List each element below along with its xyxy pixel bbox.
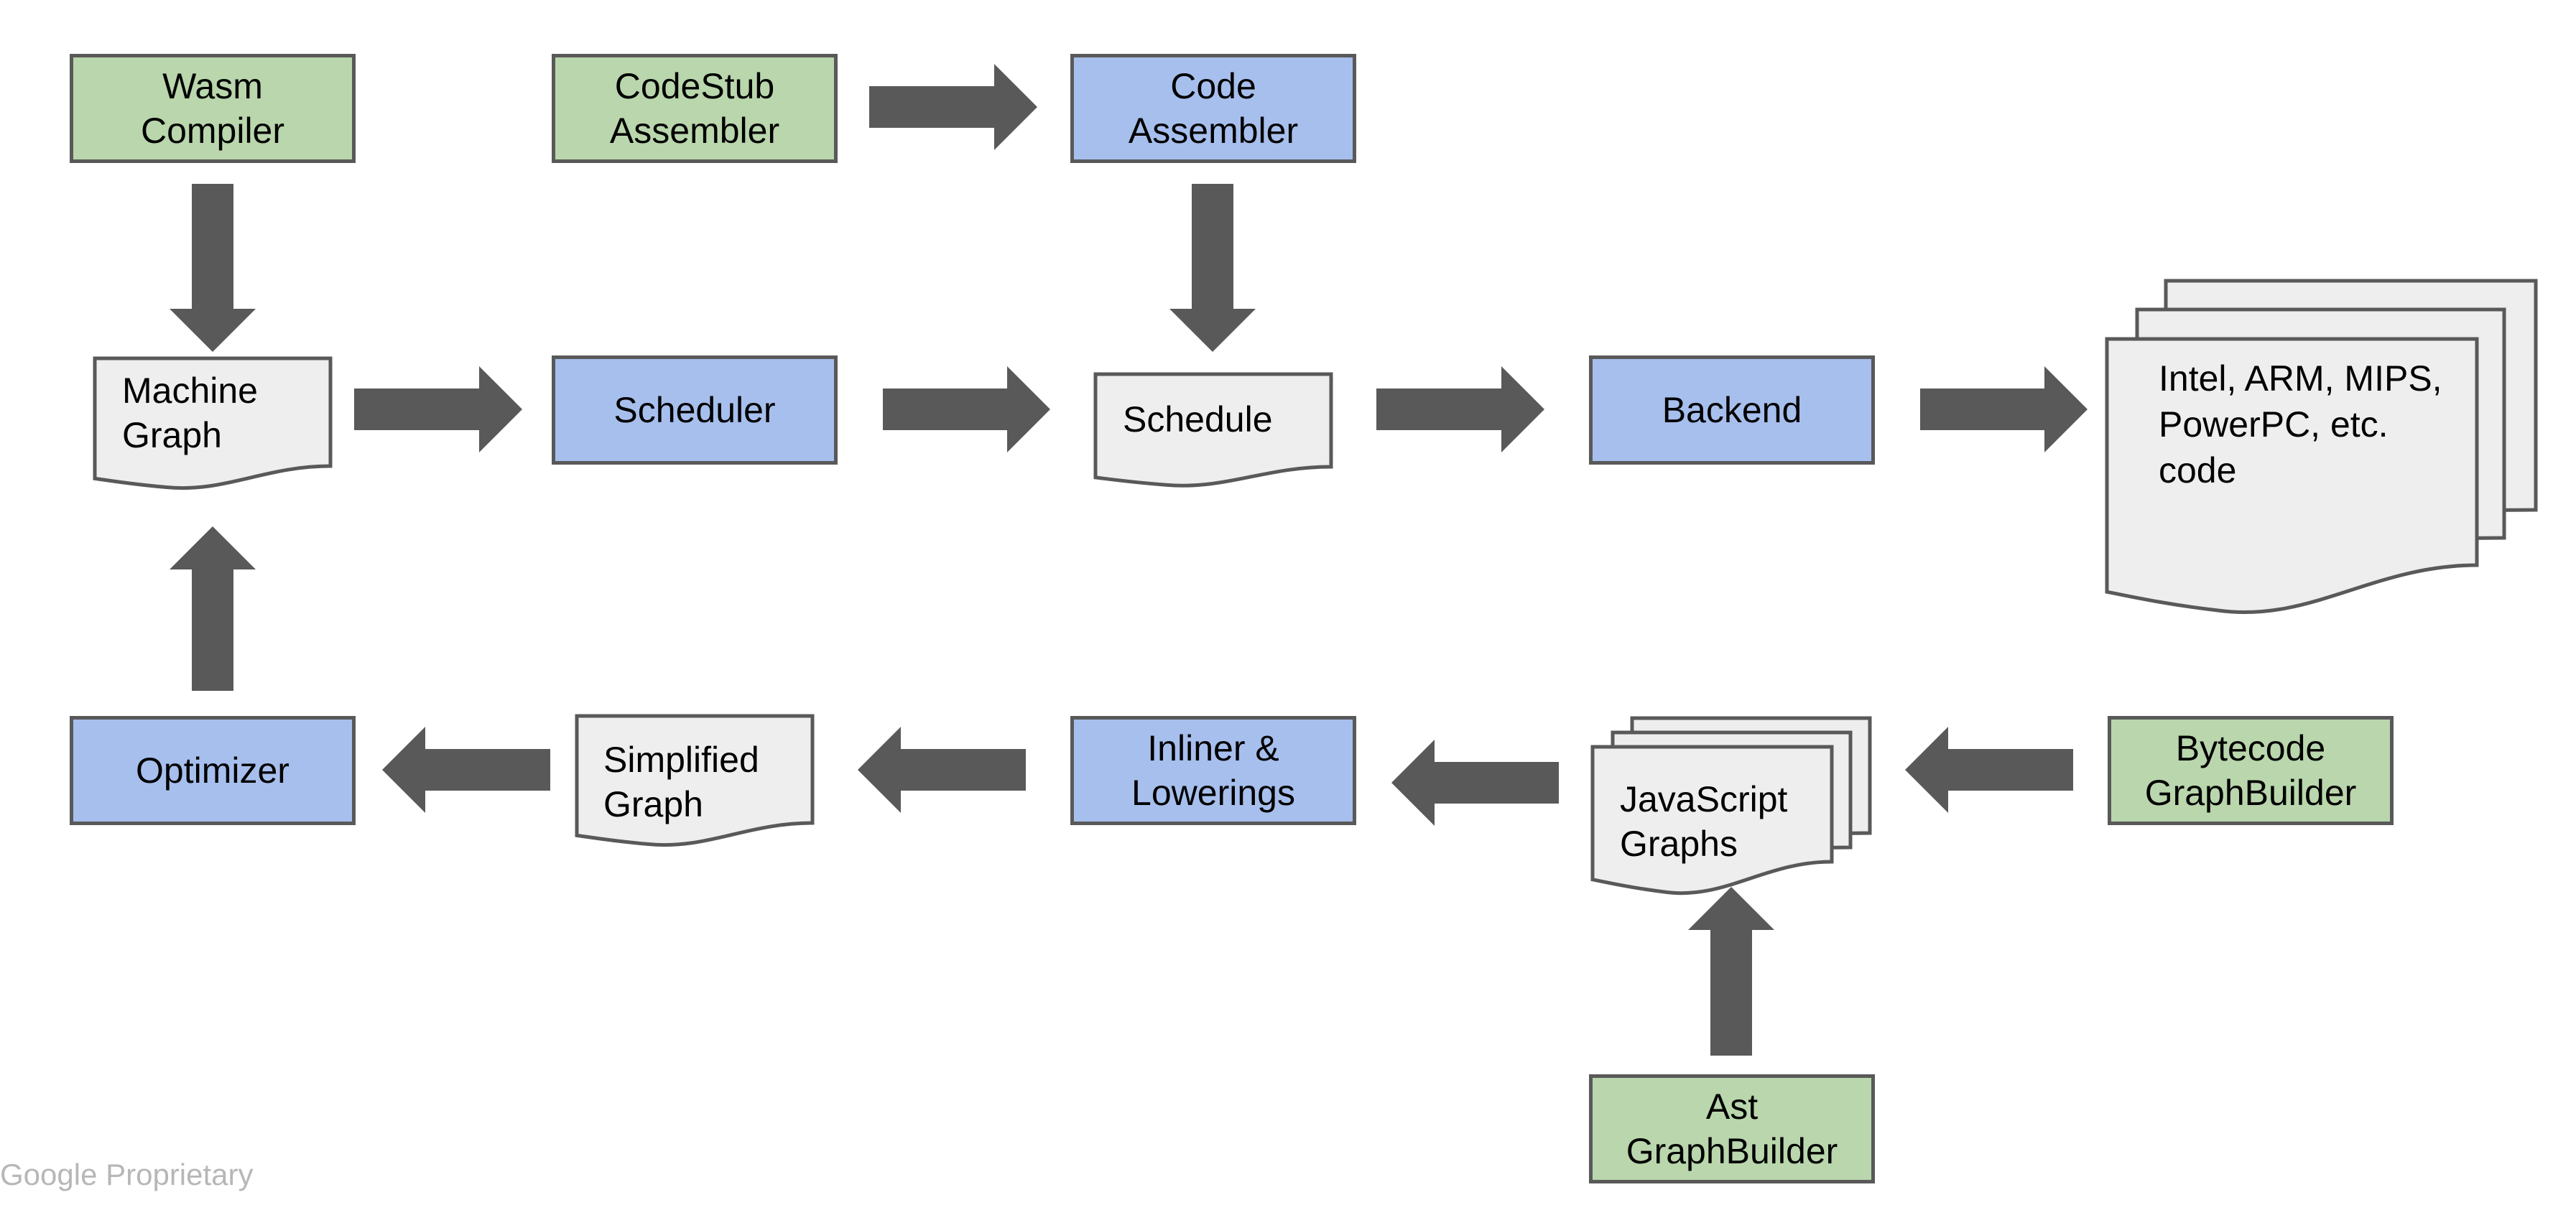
node-bytecode-graphbuilder: Bytecode GraphBuilder bbox=[2108, 716, 2394, 825]
node-optimizer: Optimizer bbox=[70, 716, 356, 825]
node-label: Ast GraphBuilder bbox=[1626, 1087, 1838, 1171]
arrow-simplified-graph-to-optimizer bbox=[382, 727, 550, 813]
arrow-javascript-graphs-to-inliner bbox=[1391, 740, 1559, 826]
node-machine-code-label: Intel, ARM, MIPS, PowerPC, etc. code bbox=[2159, 358, 2442, 490]
node-label: CodeStub Assembler bbox=[609, 66, 780, 151]
footer-proprietary-label: Google Proprietary bbox=[0, 1158, 254, 1191]
arrow-machine-graph-to-scheduler bbox=[354, 366, 522, 452]
node-label: Optimizer bbox=[136, 750, 289, 791]
arrow-optimizer-to-machine-graph bbox=[170, 526, 256, 691]
node-label: Inliner & Lowerings bbox=[1131, 728, 1295, 813]
arrow-scheduler-to-schedule bbox=[883, 366, 1050, 452]
node-label: Scheduler bbox=[613, 390, 776, 430]
arrow-backend-to-machine-code bbox=[1920, 366, 2088, 452]
diagram-canvas bbox=[93, 64, 2538, 1056]
node-inliner-lowerings: Inliner & Lowerings bbox=[1070, 716, 1356, 825]
node-label: Wasm Compiler bbox=[140, 66, 285, 151]
node-backend: Backend bbox=[1589, 355, 1875, 465]
arrow-inliner-to-simplified-graph bbox=[858, 727, 1026, 813]
node-machine-graph-label: Machine Graph bbox=[122, 371, 258, 455]
node-label: Backend bbox=[1662, 390, 1802, 430]
node-label: Code Assembler bbox=[1128, 66, 1299, 151]
arrow-wasm-to-machine-graph bbox=[170, 184, 256, 352]
node-schedule-label: Schedule bbox=[1123, 399, 1273, 439]
arrow-code-assembler-to-schedule bbox=[1169, 184, 1256, 352]
arrow-bytecode-to-javascript-graphs bbox=[1905, 727, 2073, 813]
arrow-codestub-to-code-assembler bbox=[869, 64, 1037, 150]
node-wasm-compiler: Wasm Compiler bbox=[70, 54, 356, 163]
arrow-ast-to-javascript-graphs bbox=[1688, 887, 1774, 1056]
node-javascript-graphs-label: JavaScript Graphs bbox=[1620, 779, 1788, 864]
arrow-schedule-to-backend bbox=[1376, 366, 1544, 452]
node-ast-graphbuilder: Ast GraphBuilder bbox=[1589, 1074, 1875, 1183]
node-simplified-graph-label: Simplified Graph bbox=[603, 740, 759, 824]
node-scheduler: Scheduler bbox=[552, 355, 838, 465]
node-codestub-assembler: CodeStub Assembler bbox=[552, 54, 838, 163]
node-code-assembler: Code Assembler bbox=[1070, 54, 1356, 163]
node-label: Bytecode GraphBuilder bbox=[2144, 728, 2357, 813]
